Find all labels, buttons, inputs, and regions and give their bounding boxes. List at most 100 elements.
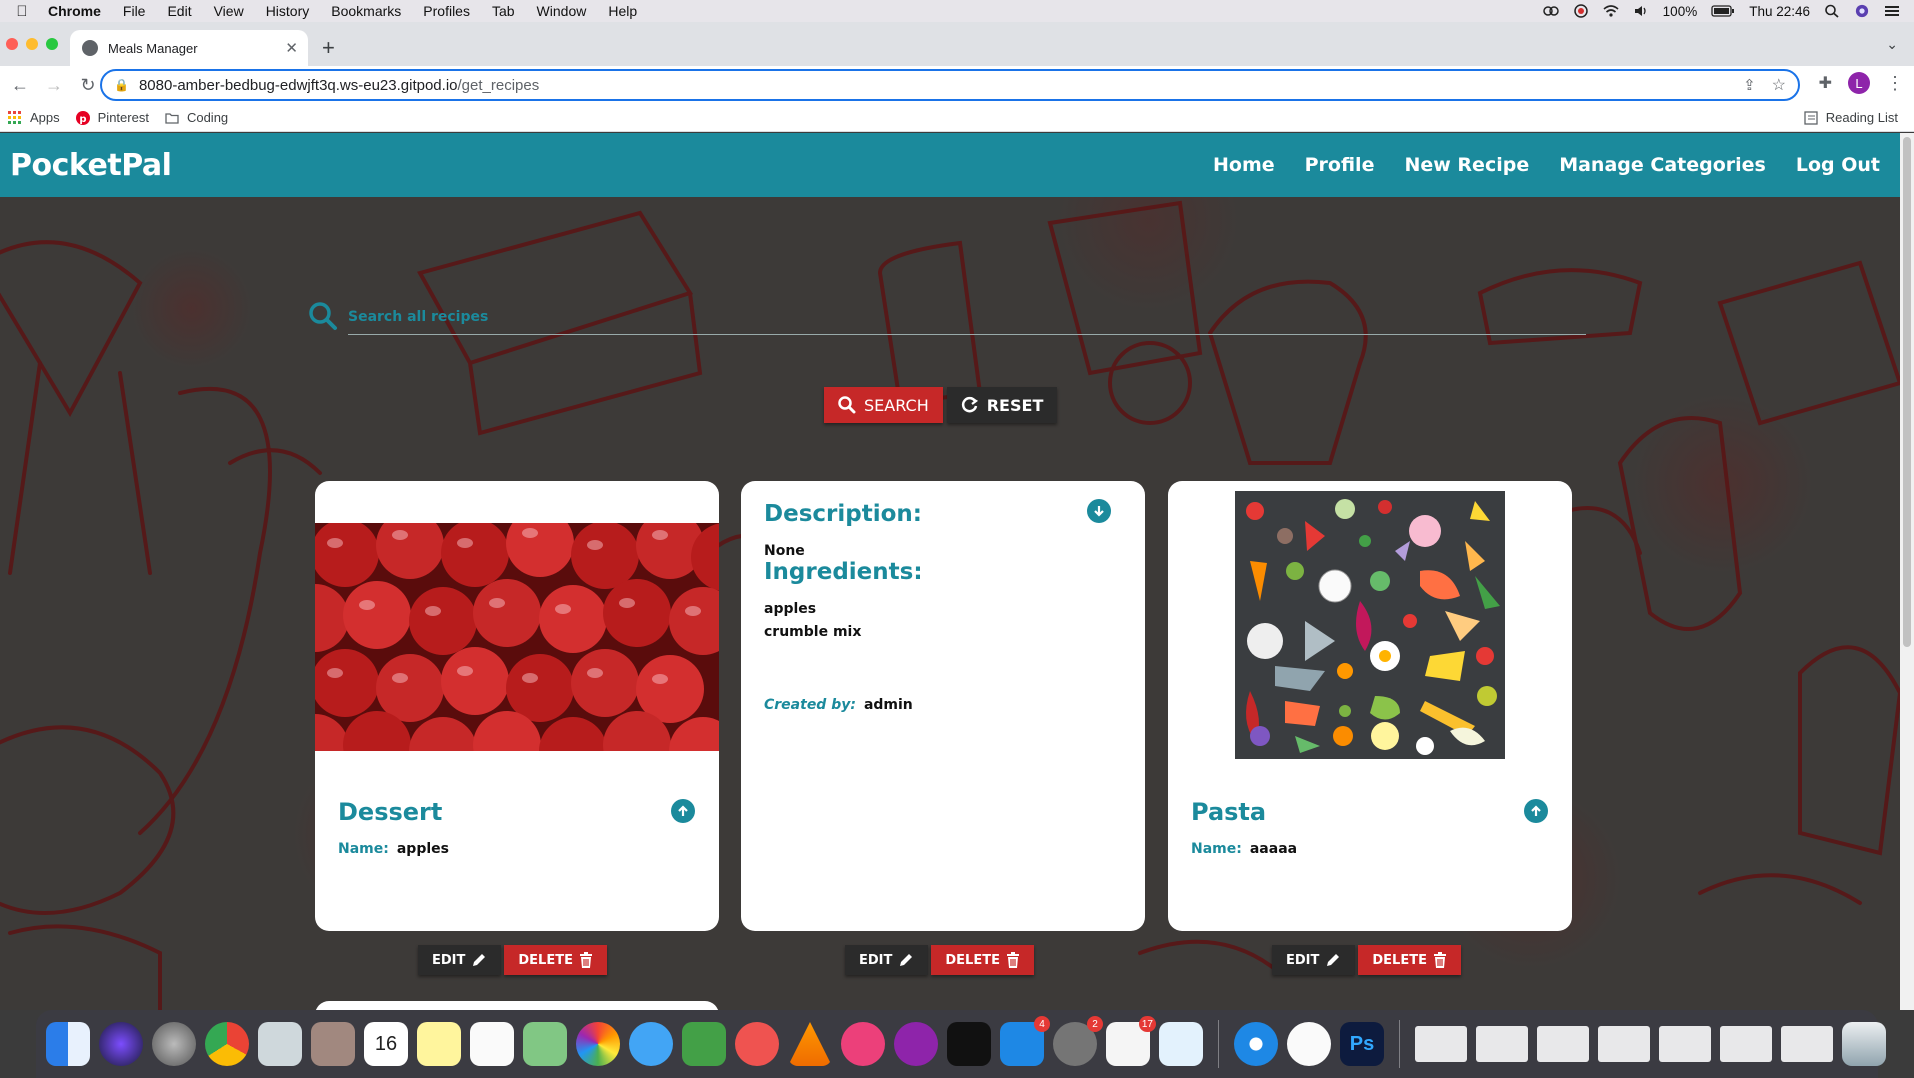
bookmark-apps[interactable]: Apps [8,110,60,125]
delete-button[interactable]: DELETE [931,945,1034,975]
pencil-icon [1327,954,1340,966]
menu-window[interactable]: Window [537,3,587,19]
window-minimize-button[interactable] [26,38,38,50]
reminders-icon[interactable] [470,1022,514,1066]
menu-view[interactable]: View [214,3,244,19]
search-input[interactable] [348,299,1586,335]
edit-button[interactable]: EDIT [845,945,929,975]
nav-manage-categories[interactable]: Manage Categories [1559,154,1766,176]
chrome-icon[interactable] [205,1022,249,1066]
safari-compass-icon[interactable] [1234,1022,1278,1066]
delete-button[interactable]: DELETE [504,945,607,975]
photoshop-icon[interactable]: Ps [1340,1022,1384,1066]
podcasts-icon[interactable] [894,1022,938,1066]
nav-log-out[interactable]: Log Out [1796,154,1880,176]
page-viewport: PocketPal Home Profile New Recipe Manage… [0,133,1914,1010]
reading-list-button[interactable]: Reading List [1804,110,1898,125]
chrome-menu-icon[interactable]: ⋮ [1886,73,1904,94]
delete-button-label: DELETE [518,952,573,968]
tab-close-icon[interactable]: ✕ [285,39,298,57]
launchpad-rocket-icon[interactable] [152,1022,196,1066]
printer-icon[interactable] [1159,1022,1203,1066]
browser-tab-active[interactable]: Meals Manager ✕ [70,30,308,66]
scrollbar-thumb[interactable] [1903,137,1911,647]
window-close-button[interactable] [6,38,18,50]
menubar-clock[interactable]: Thu 22:46 [1749,4,1810,19]
nav-home[interactable]: Home [1213,154,1275,176]
apple-tv-icon[interactable] [947,1022,991,1066]
window-zoom-button[interactable] [46,38,58,50]
address-bar[interactable]: 🔒 8080-amber-bedbug-edwjft3q.ws-eu23.git… [100,69,1800,101]
menu-file[interactable]: File [123,3,146,19]
nav-new-recipe[interactable]: New Recipe [1404,154,1529,176]
profile-avatar[interactable]: L [1848,72,1870,94]
vlc-cone-icon[interactable] [788,1022,832,1066]
notes-icon[interactable] [417,1022,461,1066]
control-center-icon[interactable] [1884,4,1900,18]
app-store-icon[interactable]: 4 [1000,1016,1050,1066]
contacts-icon[interactable] [311,1022,355,1066]
new-tab-icon[interactable]: + [322,35,335,61]
minimized-window-thumbnail[interactable] [1537,1026,1589,1062]
red-apples-image [315,523,719,751]
menu-edit[interactable]: Edit [167,3,191,19]
apple-menu-icon[interactable]:  [14,3,30,20]
extensions-puzzle-icon[interactable]: ✚ [1819,73,1832,93]
music-icon[interactable] [841,1022,885,1066]
search-icon [309,302,337,330]
mail-stamp-icon[interactable] [258,1022,302,1066]
reset-button[interactable]: RESET [946,387,1058,423]
creative-cloud-icon[interactable] [1542,4,1559,18]
page-scrollbar[interactable] [1900,133,1914,1010]
wifi-icon[interactable] [1603,4,1619,18]
back-arrow-icon[interactable]: ← [6,75,34,96]
minimized-window-thumbnail[interactable] [1476,1026,1528,1062]
delete-button[interactable]: DELETE [1358,945,1461,975]
menu-bookmarks[interactable]: Bookmarks [331,3,401,19]
calendar-icon[interactable]: 16 [364,1022,408,1066]
spotlight-search-icon[interactable] [1824,4,1840,18]
menu-profiles[interactable]: Profiles [423,3,470,19]
minimized-window-thumbnail[interactable] [1659,1026,1711,1062]
system-preferences-icon[interactable]: 2 [1053,1016,1103,1066]
siri-icon[interactable] [1854,4,1870,18]
tab-search-chevron-icon[interactable]: ⌄ [1886,36,1898,53]
minimized-window-thumbnail[interactable] [1598,1026,1650,1062]
bookmark-coding[interactable]: Coding [165,110,228,125]
edit-button[interactable]: EDIT [418,945,502,975]
forward-arrow-icon[interactable]: → [40,75,68,96]
menu-app-name[interactable]: Chrome [48,3,101,19]
minimized-window-thumbnail[interactable] [1720,1026,1772,1062]
siri-icon[interactable] [99,1022,143,1066]
bookmark-pinterest[interactable]: p Pinterest [75,110,149,125]
minimized-window-thumbnail[interactable] [1415,1026,1467,1062]
menu-history[interactable]: History [266,3,310,19]
news-icon[interactable] [735,1022,779,1066]
bookmark-star-icon[interactable]: ☆ [1772,75,1786,95]
screen-record-icon[interactable] [1573,4,1589,18]
nav-profile[interactable]: Profile [1305,154,1375,176]
photos-icon[interactable] [576,1022,620,1066]
volume-icon[interactable] [1633,4,1649,18]
arrow-up-icon[interactable] [1524,799,1548,823]
edit-button[interactable]: EDIT [1272,945,1356,975]
facetime-icon[interactable] [682,1022,726,1066]
share-icon[interactable]: ⇪ [1743,76,1756,94]
reload-icon[interactable]: ↻ [74,75,102,96]
tab-title: Meals Manager [108,40,198,56]
arrow-down-icon[interactable] [1087,499,1111,523]
slack-icon[interactable]: 17 [1106,1016,1156,1066]
finder-icon[interactable] [46,1022,90,1066]
minimized-window-thumbnail[interactable] [1781,1026,1833,1062]
trash-bin-icon[interactable] [1842,1022,1886,1066]
lock-icon[interactable]: 🔒 [114,78,129,92]
arrow-up-icon[interactable] [671,799,695,823]
maps-icon[interactable] [523,1022,567,1066]
search-button[interactable]: SEARCH [824,387,943,423]
battery-icon[interactable] [1711,4,1735,18]
menu-help[interactable]: Help [608,3,637,19]
messages-icon[interactable] [629,1022,673,1066]
menu-tab[interactable]: Tab [492,3,515,19]
site-brand-logo[interactable]: PocketPal [10,148,172,183]
smiley-face-icon[interactable] [1287,1022,1331,1066]
